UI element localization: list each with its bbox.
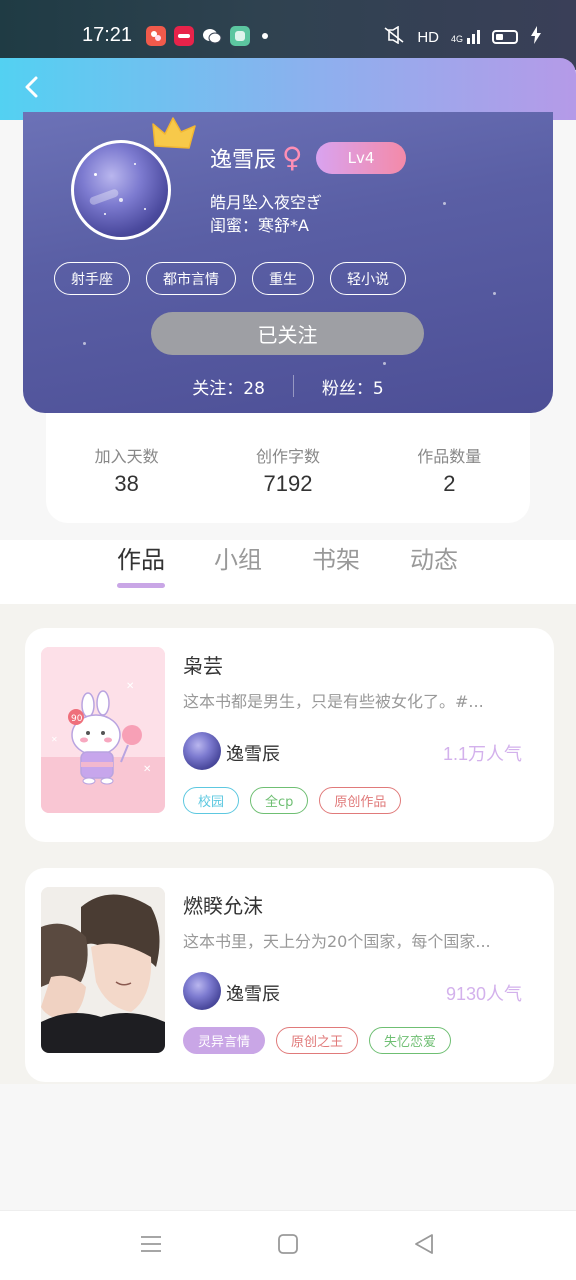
- stat-value: 7192: [263, 471, 313, 496]
- signal-icon: 4G: [451, 30, 480, 44]
- profile-tag[interactable]: 都市言情: [146, 262, 236, 295]
- tab-groups[interactable]: 小组: [214, 540, 262, 575]
- stat-label: 作品数量: [417, 447, 482, 466]
- bestie-info: 闺蜜：寒舒*A: [210, 216, 309, 235]
- following-count[interactable]: 关注：28: [192, 374, 265, 399]
- stat-join-days: 加入天数 38: [67, 443, 187, 523]
- tab-bar: 作品 小组 书架 动态: [0, 540, 576, 604]
- work-card[interactable]: 燃睽允沫 这本书里，天上分为20个国家，每个国家... 逸雪辰 9130人气 灵…: [25, 868, 554, 1082]
- menu-button[interactable]: [140, 1233, 162, 1259]
- tab-works[interactable]: 作品: [117, 540, 165, 575]
- svg-text:✕: ✕: [126, 681, 134, 692]
- female-icon: ♀: [282, 141, 303, 174]
- stat-works-count: 作品数量 2: [389, 443, 509, 523]
- back-nav-button[interactable]: [413, 1233, 435, 1259]
- status-right: HD 4G: [383, 25, 542, 48]
- author-avatar: [183, 732, 221, 770]
- book-tag[interactable]: 校园: [183, 787, 240, 814]
- author-name: 逸雪辰: [226, 744, 280, 765]
- book-tag[interactable]: 原创作品: [319, 787, 402, 814]
- profile-card: 逸雪辰 ♀ Lv4 皓月坠入夜空ぎ 闺蜜：寒舒*A 射手座 都市言情 重生 轻小…: [23, 112, 553, 413]
- divider: [292, 375, 294, 397]
- network-label: HD: [417, 28, 439, 46]
- book-title[interactable]: 枭芸: [183, 650, 223, 679]
- book-tag[interactable]: 灵异言情: [183, 1027, 266, 1054]
- author-avatar: [183, 972, 221, 1010]
- nickname-text: 逸雪辰: [210, 148, 277, 173]
- chevron-left-icon: [25, 76, 38, 98]
- follow-counts: 关注：28 粉丝：5: [23, 371, 553, 401]
- profile-tag[interactable]: 射手座: [54, 262, 130, 295]
- book-tags: 校园 全cp 原创作品: [183, 787, 402, 814]
- profile-tag[interactable]: 轻小说: [330, 262, 406, 295]
- popularity: 1.1万人气: [442, 744, 522, 764]
- system-nav-bar: [0, 1210, 576, 1280]
- notification-dot: [262, 33, 268, 39]
- book-tags: 灵异言情 原创之王 失忆恋爱: [183, 1027, 452, 1054]
- message-app-icon: [230, 26, 250, 46]
- stat-value: 38: [114, 471, 139, 496]
- book-cover: ✕ ✕ ✕ 90: [41, 647, 165, 813]
- book-cover: [41, 887, 165, 1053]
- signal-label: 4G: [450, 34, 463, 44]
- tab-bookshelf[interactable]: 书架: [312, 540, 360, 575]
- book-description: 这本书都是男生，只是有些被女化了。#...: [183, 692, 484, 711]
- book-tag[interactable]: 原创之王: [276, 1027, 359, 1054]
- works-list: ✕ ✕ ✕ 90 枭芸 这本书都是男生，只是有些被女化了。#... 逸雪辰 1.…: [0, 604, 576, 1084]
- profile-tag[interactable]: 重生: [252, 262, 314, 295]
- shopping-app-icon: [146, 26, 166, 46]
- header-bar: [0, 58, 576, 120]
- home-square-icon: [278, 1234, 298, 1254]
- book-tag[interactable]: 失忆恋爱: [369, 1027, 452, 1054]
- back-triangle-icon: [415, 1234, 433, 1254]
- signature: 皓月坠入夜空ぎ: [210, 193, 323, 212]
- stat-word-count: 创作字数 7192: [228, 443, 348, 523]
- follow-button[interactable]: 已关注: [151, 312, 424, 355]
- profile-tags: 射手座 都市言情 重生 轻小说: [54, 262, 406, 295]
- tab-activity[interactable]: 动态: [410, 540, 458, 575]
- svg-text:90: 90: [71, 714, 83, 724]
- home-button[interactable]: [277, 1233, 299, 1259]
- charging-icon: [530, 26, 542, 48]
- stat-label: 加入天数: [94, 447, 159, 466]
- fans-count[interactable]: 粉丝：5: [322, 374, 384, 399]
- wechat-icon: [202, 26, 222, 46]
- menu-icon: [141, 1236, 161, 1252]
- author-name: 逸雪辰: [226, 984, 280, 1005]
- nickname: 逸雪辰 ♀: [210, 142, 303, 174]
- taobao-app-icon: [174, 26, 194, 46]
- status-app-icons: [146, 26, 268, 46]
- book-title[interactable]: 燃睽允沫: [183, 890, 263, 919]
- battery-icon: [492, 30, 518, 44]
- book-description: 这本书里，天上分为20个国家，每个国家...: [183, 932, 491, 951]
- popularity: 9130人气: [445, 984, 522, 1004]
- level-badge: Lv4: [316, 142, 406, 174]
- svg-text:✕: ✕: [143, 764, 151, 775]
- stat-value: 2: [443, 471, 456, 496]
- status-time: 17:21: [82, 24, 133, 46]
- book-tag[interactable]: 全cp: [250, 787, 309, 814]
- back-button[interactable]: [16, 72, 46, 102]
- svg-text:✕: ✕: [51, 735, 58, 744]
- work-card[interactable]: ✕ ✕ ✕ 90 枭芸 这本书都是男生，只是有些被女化了。#... 逸雪辰 1.…: [25, 628, 554, 842]
- tab-indicator: [117, 583, 165, 588]
- crown-icon: [152, 117, 196, 149]
- mute-icon: [383, 25, 405, 48]
- stat-label: 创作字数: [255, 447, 320, 466]
- stats-card: 加入天数 38 创作字数 7192 作品数量 2: [46, 413, 530, 523]
